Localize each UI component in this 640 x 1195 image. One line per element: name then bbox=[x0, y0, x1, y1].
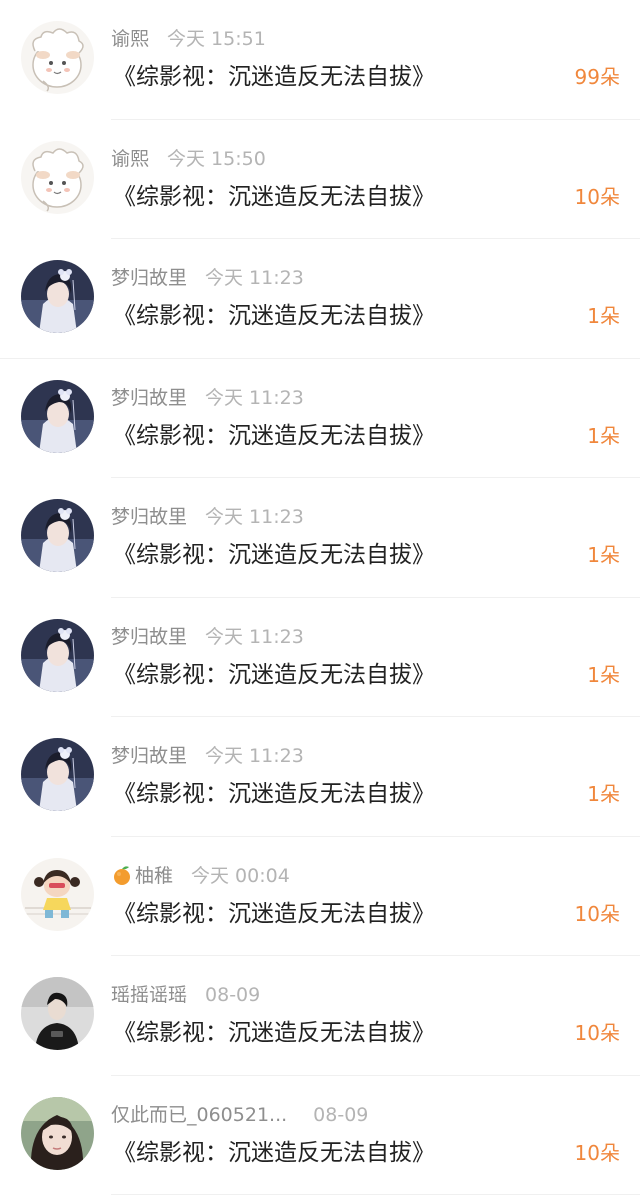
book-title[interactable]: 《综影视：沉迷造反无法自拔》 bbox=[113, 779, 435, 809]
book-title[interactable]: 《综影视：沉迷造反无法自拔》 bbox=[113, 899, 435, 929]
book-title[interactable]: 《综影视：沉迷造反无法自拔》 bbox=[113, 301, 435, 331]
list-item[interactable]: 梦归故里 今天 11:23 《综影视：沉迷造反无法自拔》 1朵 bbox=[0, 239, 640, 359]
user-name[interactable]: 谕熙 bbox=[111, 28, 149, 50]
timestamp: 今天 11:23 bbox=[205, 745, 304, 767]
avatar[interactable] bbox=[21, 379, 94, 453]
list-item[interactable]: 梦归故里 今天 11:23 《综影视：沉迷造反无法自拔》 1朵 bbox=[0, 598, 640, 717]
user-name[interactable]: 柚稚 bbox=[135, 865, 173, 887]
book-title[interactable]: 《综影视：沉迷造反无法自拔》 bbox=[113, 62, 435, 92]
user-name[interactable]: 梦归故里 bbox=[111, 387, 187, 409]
avatar[interactable] bbox=[21, 140, 94, 214]
list-item[interactable]: 梦归故里 今天 11:23 《综影视：沉迷造反无法自拔》 1朵 bbox=[0, 717, 640, 837]
book-title[interactable]: 《综影视：沉迷造反无法自拔》 bbox=[113, 540, 435, 570]
avatar[interactable] bbox=[21, 977, 94, 1050]
sheep-avatar-icon bbox=[21, 140, 94, 214]
user-name[interactable]: 谕熙 bbox=[111, 148, 149, 170]
user-name[interactable]: 仅此而已_060521... bbox=[111, 1104, 287, 1126]
user-name[interactable]: 梦归故里 bbox=[111, 267, 187, 289]
timestamp: 今天 11:23 bbox=[205, 386, 304, 409]
orange-icon bbox=[111, 864, 133, 886]
gift-message-list: 谕熙今天 15:51 《综影视：沉迷造反无法自拔》 99朵 谕熙今天 15: bbox=[0, 0, 640, 1195]
book-title[interactable]: 《综影视：沉迷造反无法自拔》 bbox=[113, 421, 435, 451]
book-title[interactable]: 《综影视：沉迷造反无法自拔》 bbox=[113, 182, 435, 212]
flower-count: 1朵 bbox=[587, 304, 620, 328]
avatar[interactable] bbox=[21, 618, 94, 692]
costume-girl-avatar-icon bbox=[21, 379, 94, 453]
book-title[interactable]: 《综影视：沉迷造反无法自拔》 bbox=[113, 660, 435, 690]
avatar[interactable] bbox=[21, 260, 94, 333]
list-item[interactable]: 梦归故里 今天 11:23 《综影视：沉迷造反无法自拔》 1朵 bbox=[0, 478, 640, 598]
flower-count: 1朵 bbox=[587, 543, 620, 567]
flower-count: 1朵 bbox=[587, 782, 620, 806]
flower-count: 1朵 bbox=[587, 423, 620, 448]
timestamp: 今天 11:23 bbox=[205, 267, 304, 289]
flower-count: 1朵 bbox=[587, 662, 620, 687]
flower-count: 10朵 bbox=[574, 184, 620, 209]
list-item[interactable]: 仅此而已_060521... 08-09 《综影视：沉迷造反无法自拔》 10朵 bbox=[0, 1076, 640, 1195]
timestamp: 今天 00:04 bbox=[191, 864, 290, 887]
list-item[interactable]: 瑶摇谣瑶 08-09 《综影视：沉迷造反无法自拔》 10朵 bbox=[0, 956, 640, 1076]
costume-girl-avatar-icon bbox=[21, 260, 94, 333]
user-name[interactable]: 瑶摇谣瑶 bbox=[111, 984, 187, 1006]
avatar[interactable] bbox=[21, 499, 94, 572]
flower-count: 10朵 bbox=[574, 901, 620, 926]
book-title[interactable]: 《综影视：沉迷造反无法自拔》 bbox=[113, 1018, 435, 1048]
user-name[interactable]: 梦归故里 bbox=[111, 745, 187, 767]
avatar[interactable] bbox=[21, 738, 94, 811]
woman-portrait-avatar-icon bbox=[21, 1096, 94, 1170]
list-item[interactable]: 梦归故里 今天 11:23 《综影视：沉迷造反无法自拔》 1朵 bbox=[0, 359, 640, 478]
costume-girl-avatar-icon bbox=[21, 499, 94, 572]
sheep-avatar-icon bbox=[21, 21, 94, 94]
timestamp: 今天 11:23 bbox=[205, 625, 304, 648]
avatar[interactable] bbox=[21, 21, 94, 94]
costume-girl-avatar-icon bbox=[21, 738, 94, 811]
user-name[interactable]: 梦归故里 bbox=[111, 626, 187, 648]
timestamp: 今天 15:50 bbox=[167, 147, 266, 170]
cartoon-girl-avatar-icon bbox=[21, 857, 94, 931]
avatar[interactable] bbox=[21, 1096, 94, 1170]
list-item[interactable]: 谕熙 今天 15:51 《综影视：沉迷造反无法自拔》 99朵 bbox=[0, 0, 640, 120]
flower-count: 10朵 bbox=[574, 1140, 620, 1165]
avatar[interactable] bbox=[21, 857, 94, 931]
timestamp: 今天 15:51 bbox=[167, 28, 266, 50]
costume-girl-avatar-icon bbox=[21, 618, 94, 692]
list-item[interactable]: 柚稚 今天 00:04 《综影视：沉迷造反无法自拔》 10朵 bbox=[0, 837, 640, 956]
book-title[interactable]: 《综影视：沉迷造反无法自拔》 bbox=[113, 1138, 435, 1168]
dark-portrait-avatar-icon bbox=[21, 977, 94, 1050]
user-name[interactable]: 梦归故里 bbox=[111, 506, 187, 528]
timestamp: 08-09 bbox=[205, 984, 261, 1006]
list-item[interactable]: 谕熙 今天 15:50 《综影视：沉迷造反无法自拔》 10朵 bbox=[0, 120, 640, 239]
flower-count: 99朵 bbox=[574, 65, 620, 89]
flower-count: 10朵 bbox=[574, 1021, 620, 1045]
timestamp: 08-09 bbox=[313, 1103, 369, 1126]
timestamp: 今天 11:23 bbox=[205, 506, 304, 528]
